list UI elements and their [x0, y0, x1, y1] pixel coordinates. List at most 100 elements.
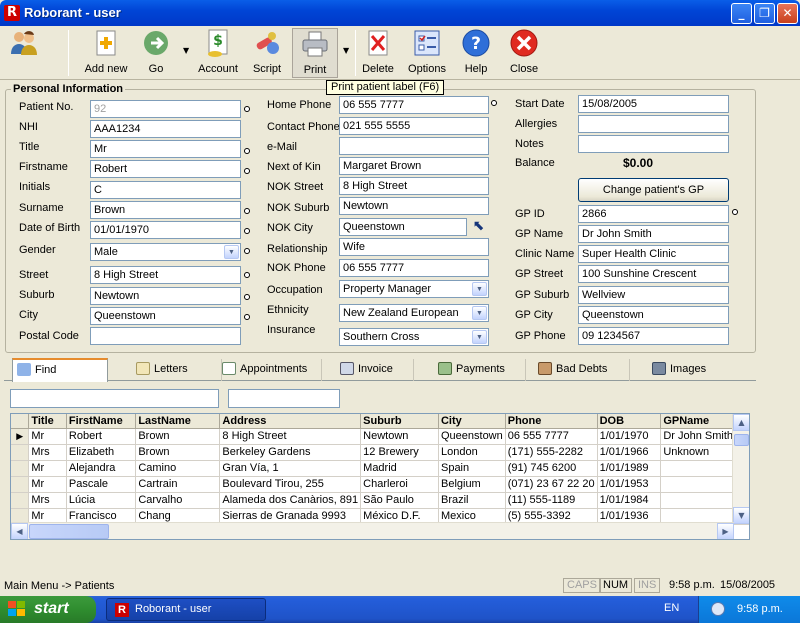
search-input[interactable] — [10, 389, 219, 408]
ethnicity-select[interactable]: New Zealand European ▼ — [339, 304, 489, 322]
table-row[interactable]: Mrs Elizabeth Brown Berkeley Gardens 12 Brew… — [11, 444, 749, 461]
suburb-label: Suburb — [19, 289, 55, 301]
nok-street-field[interactable]: 8 High Street — [339, 177, 489, 195]
minimize-button[interactable]: _ — [731, 3, 752, 24]
start-date-field[interactable]: 15/08/2005 — [578, 95, 729, 113]
script-button[interactable]: Script — [248, 28, 286, 78]
required-indicator — [244, 148, 250, 154]
gp-city-field[interactable]: Queenstown — [578, 306, 729, 324]
city-field[interactable]: Queenstown — [90, 307, 241, 325]
table-row[interactable]: Mrs Lúcia Carvalho Alameda dos Canàrios, 89… — [11, 492, 749, 509]
nok-city-field[interactable]: Queenstown — [339, 218, 467, 236]
chevron-down-icon[interactable]: ▼ — [472, 306, 487, 320]
vertical-scroll-thumb[interactable] — [734, 434, 749, 446]
required-indicator — [244, 314, 250, 320]
nhi-field[interactable]: AAA1234 — [90, 120, 241, 138]
print-dropdown-arrow[interactable]: ▼ — [343, 46, 349, 55]
network-icon[interactable] — [711, 602, 725, 616]
initials-field[interactable]: C — [90, 181, 241, 199]
column-header[interactable]: Suburb — [360, 414, 439, 429]
firstname-field[interactable]: Robert — [90, 160, 241, 178]
add-new-button[interactable]: Add new — [82, 28, 130, 78]
cell: Charleroi — [360, 476, 439, 493]
wallet-icon — [538, 362, 552, 375]
suburb-field[interactable]: Newtown — [90, 287, 241, 305]
cell: Mrs — [28, 492, 67, 509]
surname-field[interactable]: Brown — [90, 201, 241, 219]
column-header[interactable]: Phone — [505, 414, 598, 429]
dob-field[interactable]: 01/01/1970 — [90, 221, 241, 239]
tab-invoice[interactable]: Invoice — [336, 359, 414, 381]
print-button[interactable]: Print — [292, 28, 338, 78]
patient-no-field[interactable]: 92 — [90, 100, 241, 118]
contact-phone-field[interactable]: 021 555 5555 — [339, 117, 489, 135]
notes-field[interactable] — [578, 135, 729, 153]
table-row[interactable]: Mr Alejandra Camino Gran Vía, 1 Madrid Spain(… — [11, 460, 749, 477]
gender-select[interactable]: Male ▼ — [90, 243, 241, 261]
tab-find[interactable]: Find — [12, 358, 108, 382]
relationship-field[interactable]: Wife — [339, 238, 489, 256]
scroll-up-icon[interactable]: ▲ — [733, 414, 749, 431]
column-header[interactable]: FirstName — [66, 414, 137, 429]
change-gp-button[interactable]: Change patient's GP — [578, 178, 729, 202]
scroll-right-icon[interactable]: ▶ — [717, 523, 734, 539]
taskbar-app-button[interactable]: R Roborant - user — [106, 598, 266, 621]
chevron-down-icon[interactable]: ▼ — [472, 282, 487, 296]
scroll-down-icon[interactable]: ▼ — [733, 507, 749, 524]
account-button[interactable]: $ Account — [196, 28, 240, 78]
title-field[interactable]: Mr — [90, 140, 241, 158]
insurance-select[interactable]: Southern Cross ▼ — [339, 328, 489, 346]
horizontal-scrollbar[interactable]: ◀ ▶ — [11, 522, 734, 539]
column-header[interactable]: City — [438, 414, 506, 429]
gp-phone-field[interactable]: 09 1234567 — [578, 327, 729, 345]
tab-appointments[interactable]: Appointments — [218, 359, 322, 381]
delete-button[interactable]: Delete — [360, 28, 396, 78]
maximize-button[interactable]: ❐ — [754, 3, 775, 24]
column-header[interactable]: LastName — [135, 414, 221, 429]
start-button[interactable]: start — [0, 596, 96, 623]
copy-address-arrow-icon[interactable]: ⬉ — [471, 219, 486, 234]
horizontal-scroll-thumb[interactable] — [29, 524, 109, 539]
go-button[interactable]: Go — [138, 28, 174, 78]
home-phone-field[interactable]: 06 555 7777 — [339, 96, 489, 114]
printer-icon — [300, 29, 330, 59]
gp-suburb-field[interactable]: Wellview — [578, 286, 729, 304]
required-indicator — [244, 208, 250, 214]
tab-letters[interactable]: Letters — [132, 359, 222, 381]
gp-street-field[interactable]: 100 Sunshine Crescent — [578, 265, 729, 283]
language-indicator[interactable]: EN — [664, 602, 679, 614]
postal-code-field[interactable] — [90, 327, 241, 345]
vertical-scrollbar[interactable]: ▲ ▼ — [732, 414, 749, 524]
search-input-secondary[interactable] — [228, 389, 340, 408]
column-header[interactable]: Address — [219, 414, 362, 429]
nok-suburb-field[interactable]: Newtown — [339, 197, 489, 215]
app-icon: R — [115, 603, 129, 617]
gp-name-field[interactable]: Dr John Smith — [578, 225, 729, 243]
occupation-select[interactable]: Property Manager ▼ — [339, 280, 489, 298]
next-of-kin-field[interactable]: Margaret Brown — [339, 157, 489, 175]
taskbar: start R Roborant - user EN 9:58 p.m. — [0, 596, 800, 623]
toolbar-separator — [355, 30, 356, 76]
close-window-button[interactable]: ✕ — [777, 3, 798, 24]
allergies-field[interactable] — [578, 115, 729, 133]
scroll-left-icon[interactable]: ◀ — [11, 523, 28, 539]
nok-phone-field[interactable]: 06 555 7777 — [339, 259, 489, 277]
close-button[interactable]: Close — [505, 28, 543, 78]
street-field[interactable]: 8 High Street — [90, 266, 241, 284]
tab-images[interactable]: Images — [648, 359, 730, 381]
go-dropdown-arrow[interactable]: ▼ — [183, 46, 189, 55]
email-field[interactable] — [339, 137, 489, 155]
tab-bad-debts[interactable]: Bad Debts — [534, 359, 630, 381]
column-header[interactable]: Title — [28, 414, 67, 429]
table-row[interactable]: ▶ Mr Robert Brown 8 High Street Newtown Queen… — [11, 428, 749, 445]
table-row[interactable]: Mr Pascale Cartrain Boulevard Tirou, 255 Cha… — [11, 476, 749, 493]
options-button[interactable]: Options — [405, 28, 449, 78]
help-button[interactable]: ? Help — [458, 28, 494, 78]
tab-payments[interactable]: Payments — [434, 359, 526, 381]
gp-id-field[interactable]: 2866 — [578, 205, 729, 223]
patients-button[interactable] — [4, 28, 44, 78]
clinic-name-field[interactable]: Super Health Clinic — [578, 245, 729, 263]
chevron-down-icon[interactable]: ▼ — [472, 330, 487, 344]
column-header[interactable]: DOB — [597, 414, 662, 429]
chevron-down-icon[interactable]: ▼ — [224, 245, 239, 259]
